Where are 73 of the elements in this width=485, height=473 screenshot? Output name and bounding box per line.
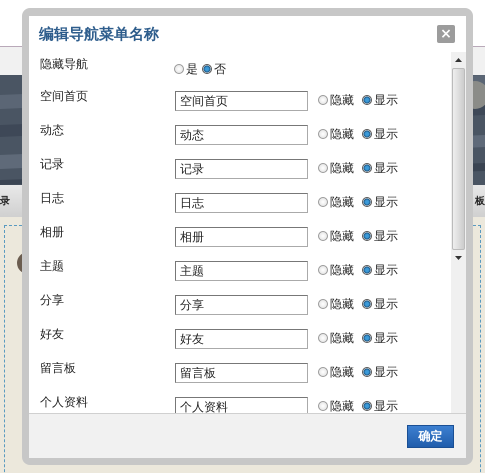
radio-label[interactable]: 显示 <box>374 195 398 209</box>
radio-button[interactable] <box>318 197 328 207</box>
input-field[interactable]: 主题 <box>175 261 308 281</box>
radio-label[interactable]: 显示 <box>374 365 398 379</box>
radio-button[interactable] <box>318 265 328 275</box>
tab-label[interactable]: 录 <box>0 194 10 208</box>
scroll-down-icon[interactable] <box>455 256 462 260</box>
radio-button[interactable] <box>362 367 372 377</box>
input-field[interactable]: 分享 <box>175 295 308 315</box>
radio-label[interactable]: 否 <box>214 62 226 76</box>
radio-label[interactable]: 显示 <box>374 127 398 141</box>
radio-label[interactable]: 隐藏 <box>330 127 354 141</box>
radio-label[interactable]: 显示 <box>374 93 398 107</box>
radio-button[interactable] <box>362 163 372 173</box>
confirm-button[interactable]: 确定 <box>407 424 454 448</box>
radio-label[interactable]: 显示 <box>374 331 398 345</box>
field-label: 空间首页 <box>40 88 89 104</box>
radio-button[interactable] <box>318 401 328 411</box>
input-field[interactable]: 个人资料 <box>175 397 308 413</box>
radio-button[interactable] <box>362 265 372 275</box>
radio-button[interactable] <box>318 333 328 343</box>
radio-label[interactable]: 是 <box>186 62 198 76</box>
tab-label[interactable]: 板 <box>475 194 485 208</box>
scrollbar[interactable] <box>451 52 466 413</box>
radio-label[interactable]: 隐藏 <box>330 195 354 209</box>
radio-button[interactable] <box>362 95 372 105</box>
input-field[interactable]: 好友 <box>175 329 308 349</box>
radio-label[interactable]: 显示 <box>374 297 398 311</box>
radio-button[interactable] <box>318 163 328 173</box>
field-label: 个人资料 <box>40 394 89 410</box>
radio-button[interactable] <box>318 95 328 105</box>
radio-button[interactable] <box>318 231 328 241</box>
radio-button[interactable] <box>362 401 372 411</box>
input-field[interactable]: 记录 <box>175 159 308 179</box>
field-label: 隐藏导航 <box>40 56 89 72</box>
radio-button[interactable] <box>174 64 184 74</box>
radio-button[interactable] <box>362 129 372 139</box>
input-field[interactable]: 留言板 <box>175 363 308 383</box>
field-label: 记录 <box>40 156 65 172</box>
dialog-title: 编辑导航菜单名称 <box>39 24 159 44</box>
input-field[interactable]: 空间首页 <box>175 91 308 111</box>
field-label: 动态 <box>40 122 65 138</box>
scroll-up-icon[interactable] <box>455 58 462 62</box>
radio-label[interactable]: 隐藏 <box>330 263 354 277</box>
radio-label[interactable]: 隐藏 <box>330 93 354 107</box>
radio-label[interactable]: 显示 <box>374 263 398 277</box>
radio-button[interactable] <box>362 333 372 343</box>
radio-button[interactable] <box>202 64 212 74</box>
radio-label[interactable]: 显示 <box>374 399 398 413</box>
input-field[interactable]: 日志 <box>175 193 308 213</box>
radio-label[interactable]: 隐藏 <box>330 331 354 345</box>
radio-label[interactable]: 隐藏 <box>330 297 354 311</box>
input-field[interactable]: 相册 <box>175 227 308 247</box>
radio-button[interactable] <box>318 129 328 139</box>
radio-label[interactable]: 隐藏 <box>330 399 354 413</box>
radio-label[interactable]: 显示 <box>374 161 398 175</box>
radio-label[interactable]: 隐藏 <box>330 229 354 243</box>
field-label: 日志 <box>40 190 65 206</box>
field-label: 主题 <box>40 258 65 274</box>
radio-label[interactable]: 显示 <box>374 229 398 243</box>
field-label: 相册 <box>40 224 65 240</box>
field-label: 留言板 <box>40 360 77 376</box>
radio-button[interactable] <box>362 197 372 207</box>
radio-button[interactable] <box>362 299 372 309</box>
radio-label[interactable]: 隐藏 <box>330 365 354 379</box>
field-label: 好友 <box>40 326 65 342</box>
scroll-thumb[interactable] <box>452 68 465 250</box>
radio-button[interactable] <box>318 299 328 309</box>
radio-button[interactable] <box>318 367 328 377</box>
radio-button[interactable] <box>362 231 372 241</box>
field-label: 分享 <box>40 292 65 308</box>
radio-label[interactable]: 隐藏 <box>330 161 354 175</box>
input-field[interactable]: 动态 <box>175 125 308 145</box>
